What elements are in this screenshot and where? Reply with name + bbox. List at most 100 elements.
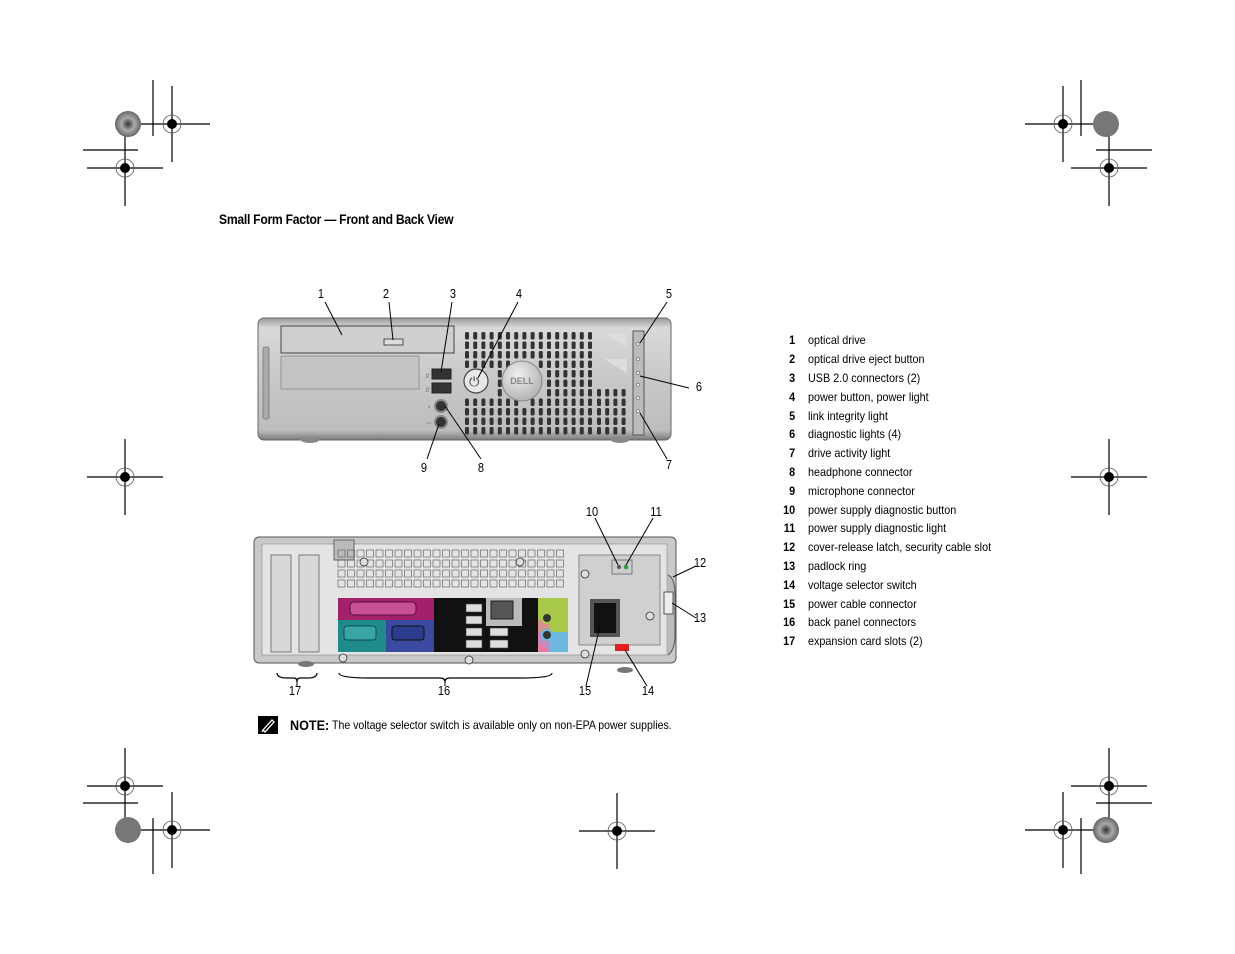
legend-number: 5 bbox=[789, 408, 796, 423]
legend-number: 10 bbox=[783, 502, 796, 517]
registration-mark-bottom-right bbox=[1024, 747, 1148, 869]
diagnostic-light bbox=[636, 371, 640, 375]
legend-item: 8 headphone connector bbox=[780, 463, 1011, 482]
legend-label: drive activity light bbox=[808, 446, 891, 461]
diagnostic-light bbox=[636, 383, 640, 387]
voltage-selector-switch bbox=[615, 644, 629, 651]
legend-label: microphone connector bbox=[808, 483, 915, 498]
callout-3: 3 bbox=[449, 286, 457, 301]
legend-label: padlock ring bbox=[808, 558, 867, 573]
expansion-slot bbox=[270, 554, 292, 653]
legend-label: voltage selector switch bbox=[808, 577, 917, 592]
legend-item: 5 link integrity light bbox=[780, 406, 1011, 425]
legend-label: optical drive bbox=[808, 333, 866, 348]
callout-legend: 1 optical drive 2 optical drive eject butto… bbox=[780, 331, 1011, 651]
legend-item: 15 power cable connector bbox=[780, 594, 1011, 613]
diagnostic-light-panel bbox=[632, 330, 645, 436]
legend-number: 1 bbox=[789, 333, 796, 348]
gray-rosette-icon bbox=[1093, 111, 1119, 137]
legend-number: 11 bbox=[783, 521, 796, 536]
callout-9: 9 bbox=[420, 460, 428, 475]
side-grip bbox=[262, 346, 270, 420]
power-supply-diagnostic-button bbox=[617, 565, 621, 569]
section-title: Small Form Factor — Front and Back View bbox=[219, 212, 454, 227]
legend-label: power button, power light bbox=[808, 389, 929, 404]
callout-7: 7 bbox=[665, 457, 673, 472]
line-out-connector bbox=[541, 612, 553, 624]
usb-port bbox=[489, 639, 509, 649]
callout-17: 17 bbox=[288, 683, 302, 698]
legend-label: power supply diagnostic light bbox=[808, 521, 947, 536]
usb-port bbox=[465, 615, 483, 625]
brace-17 bbox=[276, 672, 318, 683]
padlock-ring bbox=[663, 591, 674, 615]
legend-label: power cable connector bbox=[808, 596, 917, 611]
legend-label: link integrity light bbox=[808, 408, 888, 423]
power-supply-diagnostic-light bbox=[623, 564, 629, 570]
usb-port bbox=[465, 639, 483, 649]
legend-label: power supply diagnostic button bbox=[808, 502, 957, 517]
legend-number: 13 bbox=[783, 558, 796, 573]
note-text: The voltage selector switch is available… bbox=[331, 718, 672, 732]
diagnostic-light bbox=[636, 357, 640, 361]
callout-2: 2 bbox=[382, 286, 390, 301]
callout-13: 13 bbox=[693, 610, 707, 625]
drive-activity-light bbox=[636, 409, 640, 413]
optical-drive bbox=[280, 325, 455, 354]
microphone-icon: ⊸ bbox=[426, 421, 431, 427]
callout-11: 11 bbox=[650, 504, 662, 519]
legend-number: 8 bbox=[789, 464, 796, 479]
diagnostic-light bbox=[636, 396, 640, 400]
legend-item: 9 microphone connector bbox=[780, 481, 1011, 500]
cover-release-latch bbox=[667, 574, 676, 656]
callout-12: 12 bbox=[693, 555, 707, 570]
legend-label: headphone connector bbox=[808, 464, 913, 479]
legend-item: 2 optical drive eject button bbox=[780, 350, 1011, 369]
headphone-icon: ◖ bbox=[427, 404, 431, 411]
usb-port bbox=[465, 627, 483, 637]
callout-10: 10 bbox=[585, 504, 599, 519]
legend-item: 16 back panel connectors bbox=[780, 613, 1011, 632]
legend-label: optical drive eject button bbox=[808, 352, 925, 367]
gray-rosette-icon bbox=[115, 817, 141, 843]
legend-number: 12 bbox=[783, 540, 796, 555]
callout-1: 1 bbox=[317, 286, 325, 301]
legend-number: 9 bbox=[789, 483, 796, 498]
back-view-illustration bbox=[253, 517, 697, 687]
optical-drive-eject-button bbox=[383, 338, 404, 346]
registration-mark-mid-right bbox=[1070, 438, 1148, 516]
network-port bbox=[490, 600, 514, 620]
microphone-connector bbox=[434, 415, 448, 429]
usb-connector bbox=[431, 382, 452, 394]
legend-item: 13 padlock ring bbox=[780, 557, 1011, 576]
legend-item: 3 USB 2.0 connectors (2) bbox=[780, 369, 1011, 388]
legend-item: 12 cover-release latch, security cable sl… bbox=[780, 538, 1011, 557]
legend-label: expansion card slots (2) bbox=[808, 634, 923, 649]
registration-mark-bottom-left bbox=[86, 747, 211, 869]
callout-4: 4 bbox=[515, 286, 523, 301]
legend-item: 6 diagnostic lights (4) bbox=[780, 425, 1011, 444]
legend-item: 10 power supply diagnostic button bbox=[780, 500, 1011, 519]
note: NOTE: The voltage selector switch is ava… bbox=[258, 716, 718, 734]
legend-label: cover-release latch, security cable slot bbox=[808, 540, 992, 555]
expansion-slot bbox=[298, 554, 320, 653]
note-label: NOTE: bbox=[290, 717, 330, 733]
dell-logo-text: DELL bbox=[510, 376, 534, 386]
legend-label: back panel connectors bbox=[808, 615, 917, 630]
legend-number: 6 bbox=[789, 427, 796, 442]
front-view-illustration: ⇵ ⇵ ◖ ⊸ ⏻ DELL bbox=[257, 301, 690, 460]
usb-port bbox=[465, 603, 483, 613]
vga-port bbox=[391, 625, 425, 641]
color-rosette-icon bbox=[115, 111, 141, 137]
callout-15: 15 bbox=[578, 683, 592, 698]
callout-14: 14 bbox=[641, 683, 655, 698]
registration-mark-top-right bbox=[1024, 85, 1148, 207]
legend-label: USB 2.0 connectors (2) bbox=[808, 370, 921, 385]
legend-item: 7 drive activity light bbox=[780, 444, 1011, 463]
callout-16: 16 bbox=[437, 683, 451, 698]
usb-icon: ⇵ bbox=[425, 374, 430, 380]
legend-number: 4 bbox=[789, 389, 796, 404]
serial-port bbox=[343, 625, 377, 641]
drive-bay-filler bbox=[280, 355, 420, 390]
power-cable-connector bbox=[594, 603, 616, 633]
